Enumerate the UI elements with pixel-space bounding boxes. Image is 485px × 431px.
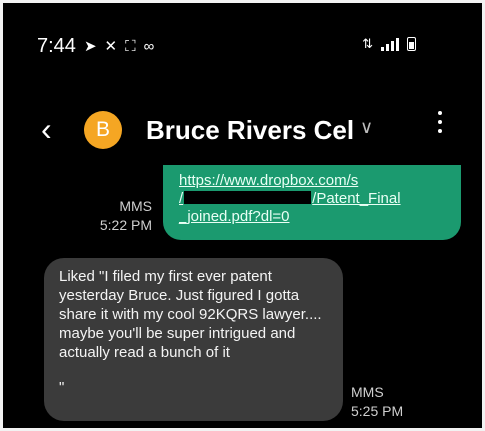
outgoing-message-bubble[interactable]: https://www.dropbox.com/s / /Patent_Final… <box>163 165 461 240</box>
message-type-label: MMS <box>119 198 152 214</box>
message-link-end[interactable]: _joined.pdf?dl=0 <box>179 208 290 225</box>
message-link-segment[interactable]: / <box>179 190 183 207</box>
battery-icon <box>407 37 416 51</box>
back-arrow-icon[interactable]: ‹ <box>41 113 52 145</box>
message-link[interactable]: https://www.dropbox.com/s <box>179 172 358 189</box>
signal-icon <box>381 37 399 51</box>
message-type-label: MMS <box>351 384 384 400</box>
voicemail-icon: ∞ <box>143 37 155 55</box>
missed-call-icon: ✕ <box>104 38 118 55</box>
message-time: 5:22 PM <box>99 217 152 233</box>
navigation-icon: ➤ <box>83 38 97 55</box>
redaction-bar <box>184 191 312 204</box>
incoming-message-meta: MMS 5:25 PM <box>351 383 403 421</box>
message-time: 5:25 PM <box>351 403 404 419</box>
screenshot-icon: ⛶ <box>125 37 136 55</box>
outgoing-message-meta: MMS 5:22 PM <box>100 197 152 235</box>
message-text: Liked "I filed my first ever patent yest… <box>59 268 322 361</box>
status-bar-right: ⇅ <box>362 36 416 52</box>
data-transfer-icon: ⇅ <box>362 36 373 51</box>
message-link-segment-end[interactable]: /Patent_Final <box>312 190 400 207</box>
status-bar-left: 7:44 ➤ ✕ ⛶ ∞ <box>37 33 154 59</box>
conversation-header: ‹ B Bruce Rivers Cel ∨ <box>3 103 482 159</box>
more-options-icon[interactable] <box>435 111 445 133</box>
avatar[interactable]: B <box>84 111 122 149</box>
message-closing-quote: " <box>59 379 65 396</box>
conversation-screen: 7:44 ➤ ✕ ⛶ ∞ ⇅ ‹ B Bruce Rivers Cel ∨ MM… <box>0 0 485 431</box>
status-time: 7:44 <box>37 34 76 57</box>
incoming-message-bubble[interactable]: Liked "I filed my first ever patent yest… <box>44 258 343 421</box>
contact-name[interactable]: Bruce Rivers Cel <box>146 115 354 146</box>
chevron-down-icon[interactable]: ∨ <box>360 117 373 138</box>
